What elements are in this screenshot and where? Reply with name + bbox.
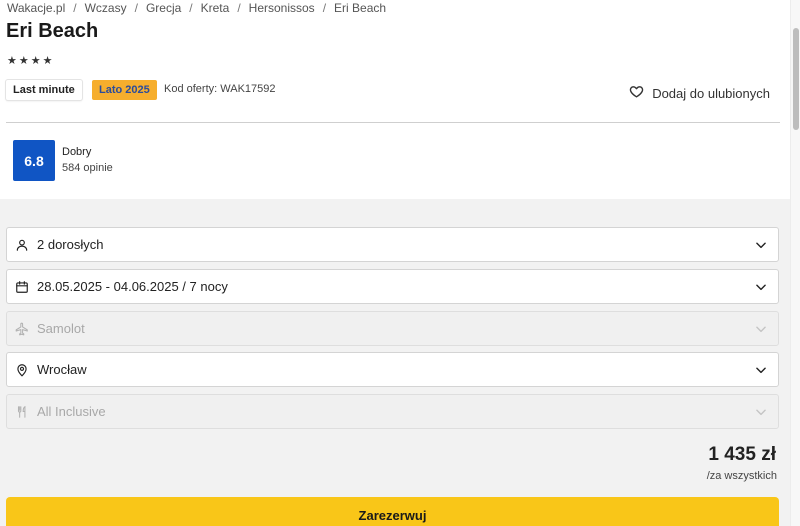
offer-code: Kod oferty: WAK17592 bbox=[164, 83, 276, 95]
book-button[interactable]: Zarezerwuj bbox=[6, 497, 779, 526]
breadcrumb-separator: / bbox=[189, 1, 193, 15]
chevron-down-icon bbox=[754, 363, 768, 377]
breadcrumb-separator: / bbox=[73, 1, 77, 15]
last-minute-badge: Last minute bbox=[6, 80, 82, 100]
travelers-select[interactable]: 2 dorosłych bbox=[6, 227, 779, 262]
breadcrumb: Wakacje.pl / Wczasy / Grecja / Kreta / Hersoniss… bbox=[7, 1, 386, 15]
breadcrumb-separator: / bbox=[237, 1, 241, 15]
dates-select[interactable]: 28.05.2025 - 04.06.2025 / 7 nocy bbox=[6, 269, 779, 304]
heart-icon bbox=[629, 84, 644, 102]
hotel-title: Eri Beach bbox=[6, 20, 99, 42]
calendar-icon bbox=[15, 280, 29, 294]
chevron-down-icon bbox=[754, 405, 768, 419]
location-pin-icon bbox=[15, 363, 29, 377]
offer-header: Wakacje.pl / Wczasy / Grecja / Kreta / Hersoniss… bbox=[0, 0, 790, 199]
rating-label: Dobry bbox=[62, 146, 92, 158]
rating-score-badge: 6.8 bbox=[13, 140, 55, 181]
section-divider bbox=[6, 122, 780, 123]
hotel-stars: ★★★★ bbox=[7, 55, 55, 67]
user-icon bbox=[15, 238, 29, 252]
breadcrumb-item-region[interactable]: Kreta bbox=[201, 1, 230, 15]
breadcrumb-separator: / bbox=[322, 1, 327, 15]
chevron-down-icon bbox=[754, 322, 768, 336]
breadcrumb-item-wczasy[interactable]: Wczasy bbox=[85, 1, 127, 15]
breadcrumb-item-home[interactable]: Wakacje.pl bbox=[7, 1, 65, 15]
breadcrumb-item-hotel: Eri Beach bbox=[334, 1, 387, 15]
reviews-count-link[interactable]: 584 opinie bbox=[62, 162, 113, 174]
board-value: All Inclusive bbox=[37, 404, 106, 419]
breadcrumb-separator: / bbox=[134, 1, 138, 15]
departure-value: Wrocław bbox=[37, 362, 87, 377]
scrollbar-thumb[interactable] bbox=[793, 28, 799, 130]
total-price: 1 435 zł bbox=[708, 444, 776, 465]
dates-value: 28.05.2025 - 04.06.2025 / 7 nocy bbox=[37, 279, 228, 294]
add-to-favorites-button[interactable]: Dodaj do ulubionych bbox=[629, 84, 770, 102]
chevron-down-icon bbox=[754, 238, 768, 252]
board-select: All Inclusive bbox=[6, 394, 779, 429]
transport-value: Samolot bbox=[37, 321, 85, 336]
add-to-favorites-label: Dodaj do ulubionych bbox=[652, 85, 770, 101]
cutlery-icon bbox=[15, 405, 29, 419]
season-badge: Lato 2025 bbox=[92, 80, 157, 100]
plane-icon bbox=[15, 322, 29, 336]
departure-select[interactable]: Wrocław bbox=[6, 352, 779, 387]
travelers-value: 2 dorosłych bbox=[37, 237, 104, 252]
chevron-down-icon bbox=[754, 280, 768, 294]
page-scrollbar[interactable] bbox=[790, 0, 800, 526]
transport-select: Samolot bbox=[6, 311, 779, 346]
breadcrumb-item-country[interactable]: Grecja bbox=[146, 1, 181, 15]
price-note: /za wszystkich bbox=[706, 470, 777, 482]
breadcrumb-item-city[interactable]: Hersonissos bbox=[249, 1, 315, 15]
